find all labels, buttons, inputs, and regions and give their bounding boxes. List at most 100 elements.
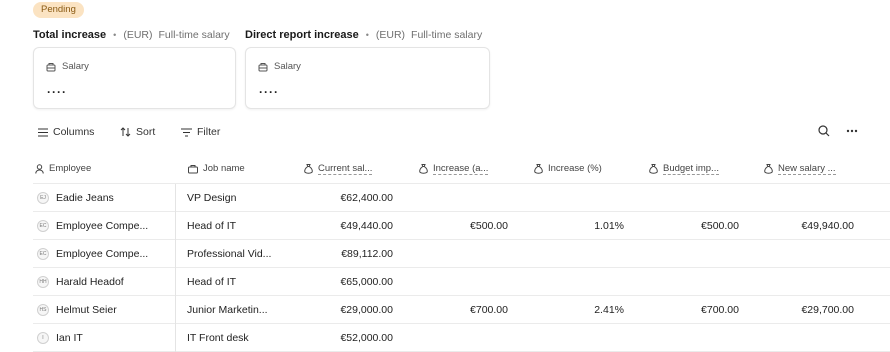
new-salary: €29,700.00 [801,303,854,316]
summary-type: Full-time salary [411,29,483,41]
job-name: Junior Marketin... [187,303,268,316]
new-salary: €49,940.00 [801,219,854,232]
card-value: ···· [259,85,279,99]
increase-percent-cell[interactable]: 2.41% [528,296,624,323]
budget-impact-cell[interactable]: €500.00 [644,212,739,239]
card-label-text: Salary [274,61,301,72]
employee-cell[interactable]: I Ian IT [33,324,173,351]
employee-cell[interactable]: EC Employee Compe... [33,212,173,239]
column-header-increase-amount[interactable]: Increase (a... [419,154,489,183]
new-salary-cell[interactable]: €29,700.00 [759,296,854,323]
budget-impact-cell[interactable] [644,324,739,351]
separator-dot: • [113,30,117,40]
current-salary-cell[interactable]: €62,400.00 [298,184,393,211]
table-row[interactable]: EJ Eadie Jeans VP Design €62,400.00 [33,184,890,212]
budget-impact-cell[interactable] [644,268,739,295]
summary-title: Direct report increase [245,29,359,41]
increase-percent-cell[interactable]: 1.01% [528,212,624,239]
employee-cell[interactable]: HS Helmut Seier [33,296,173,323]
new-salary-cell[interactable]: €49,940.00 [759,212,854,239]
current-salary-cell[interactable]: €49,440.00 [298,212,393,239]
table-row[interactable]: HH Harald Headof Head of IT €65,000.00 [33,268,890,296]
columns-label: Columns [53,126,95,138]
increase-percent-cell[interactable] [528,240,624,267]
increase-amount-cell[interactable]: €700.00 [413,296,508,323]
increase-percent: 1.01% [594,219,624,232]
sort-button[interactable]: Sort [120,124,155,140]
increase-amount-cell[interactable] [413,268,508,295]
employee-cell[interactable]: EJ Eadie Jeans [33,184,173,211]
budget-impact-cell[interactable]: €700.00 [644,296,739,323]
column-header-new-salary[interactable]: New salary ... [764,154,836,183]
budget-impact-cell[interactable] [644,240,739,267]
budget-impact: €700.00 [701,303,739,316]
job-cell[interactable]: Head of IT [187,268,297,295]
current-salary-cell[interactable]: €65,000.00 [298,268,393,295]
current-salary-cell[interactable]: €29,000.00 [298,296,393,323]
table-row[interactable]: EC Employee Compe... Professional Vid... … [33,240,890,268]
direct-report-increase-card[interactable]: Salary ···· [245,47,490,109]
current-salary: €52,000.00 [340,331,393,344]
increase-percent-cell[interactable] [528,324,624,351]
column-header-label: Employee [49,163,92,174]
search-icon [818,125,830,137]
current-salary-cell[interactable]: €52,000.00 [298,324,393,351]
increase-amount-cell[interactable] [413,184,508,211]
budget-impact-cell[interactable] [644,184,739,211]
new-salary-cell[interactable] [759,240,854,267]
new-salary-cell[interactable] [759,324,854,351]
current-salary: €49,440.00 [340,219,393,232]
money-bag-icon [764,164,773,174]
column-header-current-salary[interactable]: Current sal... [304,154,373,183]
increase-amount: €700.00 [470,303,508,316]
increase-percent-cell[interactable] [528,184,624,211]
summary-type: Full-time salary [158,29,230,41]
employee-name: Employee Compe... [56,219,149,232]
column-header-label: Increase (%) [548,163,602,174]
increase-amount-cell[interactable]: €500.00 [413,212,508,239]
employee-cell[interactable]: HH Harald Headof [33,268,173,295]
current-salary-cell[interactable]: €89,112.00 [298,240,393,267]
column-header-budget-impact[interactable]: Budget imp... [649,154,719,183]
more-options-button[interactable] [844,123,860,139]
column-header-employee[interactable]: Employee [35,154,91,183]
column-header-job-name[interactable]: Job name [188,154,245,183]
avatar: EJ [37,191,49,204]
job-cell[interactable]: IT Front desk [187,324,297,351]
budget-impact: €500.00 [701,219,739,232]
money-bag-icon [649,164,658,174]
card-label: Salary [258,61,301,72]
increase-percent-cell[interactable] [528,268,624,295]
job-cell[interactable]: VP Design [187,184,297,211]
total-increase-header: Total increase • (EUR) Full-time salary [33,28,230,42]
employee-name: Eadie Jeans [56,191,114,204]
increase-percent: 2.41% [594,303,624,316]
filter-icon [181,128,192,136]
avatar: I [37,331,49,344]
new-salary-cell[interactable] [759,184,854,211]
increase-amount-cell[interactable] [413,324,508,351]
summary-currency: (EUR) [123,29,153,41]
frozen-column-divider [175,184,176,352]
avatar: HS [37,303,49,316]
table-row[interactable]: EC Employee Compe... Head of IT €49,440.0… [33,212,890,240]
column-header-label: New salary ... [778,162,836,175]
column-header-increase-percent[interactable]: Increase (%) [534,154,602,183]
card-label: Salary [46,61,89,72]
columns-icon [38,128,48,136]
columns-button[interactable]: Columns [38,124,94,140]
employee-cell[interactable]: EC Employee Compe... [33,240,173,267]
job-cell[interactable]: Head of IT [187,212,297,239]
search-button[interactable] [816,123,832,139]
job-cell[interactable]: Junior Marketin... [187,296,297,323]
employee-name: Ian IT [56,331,83,344]
new-salary-cell[interactable] [759,268,854,295]
current-salary: €62,400.00 [340,191,393,204]
job-cell[interactable]: Professional Vid... [187,240,297,267]
table-row[interactable]: I Ian IT IT Front desk €52,000.00 [33,324,890,352]
filter-button[interactable]: Filter [181,124,220,140]
table-row[interactable]: HS Helmut Seier Junior Marketin... €29,00… [33,296,890,324]
job-name: Head of IT [187,219,237,232]
increase-amount-cell[interactable] [413,240,508,267]
total-increase-card[interactable]: Salary ···· [33,47,236,109]
